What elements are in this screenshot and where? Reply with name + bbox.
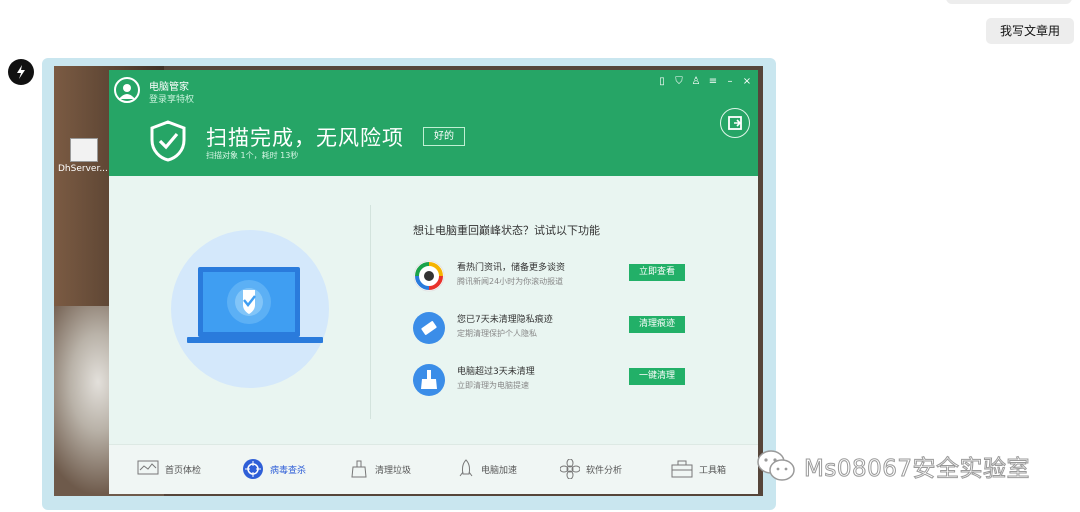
- promo-privacy-title: 您已7天未清理隐私痕迹: [457, 315, 553, 325]
- home-check-icon: [137, 460, 159, 475]
- content-divider: [370, 205, 371, 419]
- pc-manager-window: 电脑管家 登录享特权 ▯ ⛉ ♙ ≡ – × 扫描完成，无风险项 好的 扫描对象…: [109, 70, 758, 494]
- chat-message-bubble: 我写文章用: [986, 18, 1075, 44]
- scan-summary: 扫描对象 1个，耗时 13秒: [206, 151, 299, 160]
- nav-clean-label: 清理垃圾: [375, 465, 412, 476]
- promo-news-title: 看热门资讯，储备更多谈资: [457, 263, 566, 273]
- shield-check-icon: [149, 120, 187, 166]
- shield-small-icon[interactable]: ⛉: [674, 76, 684, 88]
- promo-clean-sub: 立即清理为电脑提速: [457, 381, 529, 390]
- app-header: 电脑管家 登录享特权 ▯ ⛉ ♙ ≡ – × 扫描完成，无风险项 好的 扫描对象…: [109, 70, 758, 176]
- promo-news-sub: 腾讯新闻24小时为你滚动报道: [457, 277, 564, 286]
- news-icon: [413, 260, 445, 292]
- nav-virus-scan-label: 病毒查杀: [270, 465, 307, 476]
- nav-toolbox-label: 工具箱: [699, 465, 727, 476]
- minimize-icon[interactable]: –: [725, 76, 735, 88]
- watermark: Ms08067安全实验室: [756, 446, 1030, 486]
- shirt-icon[interactable]: ♙: [691, 76, 701, 88]
- nav-home-check[interactable]: 首页体检: [137, 459, 201, 479]
- lightning-icon: [8, 59, 34, 85]
- clean-traces-button[interactable]: 清理痕迹: [629, 316, 685, 333]
- user-avatar-icon[interactable]: [114, 77, 140, 103]
- promo-privacy: 您已7天未清理隐私痕迹 定期清理保护个人隐私 清理痕迹: [413, 310, 693, 350]
- toolbox-icon: [671, 460, 693, 478]
- scan-result-title: 扫描完成，无风险项: [206, 126, 404, 150]
- promo-privacy-sub: 定期清理保护个人隐私: [457, 329, 537, 338]
- nav-clean[interactable]: 清理垃圾: [349, 459, 411, 479]
- nav-toolbox[interactable]: 工具箱: [671, 459, 726, 479]
- bottom-nav: 首页体检 病毒查杀 清理垃圾 电脑加速 软件分析 工具箱: [109, 444, 758, 494]
- nav-home-check-label: 首页体检: [165, 465, 202, 476]
- nav-virus-scan[interactable]: 病毒查杀: [242, 459, 306, 479]
- promo-clean: 电脑超过3天未清理 立即清理为电脑提速 一键清理: [413, 362, 693, 402]
- clean-icon: [351, 460, 367, 478]
- one-click-clean-button[interactable]: 一键清理: [629, 368, 685, 385]
- software-icon: [560, 459, 580, 479]
- window-controls: ▯ ⛉ ♙ ≡ – ×: [657, 76, 752, 88]
- rocket-icon: [459, 459, 473, 477]
- watermark-text: Ms08067安全实验室: [804, 456, 1031, 483]
- promo-title: 想让电脑重回巅峰状态？试试以下功能: [413, 224, 600, 237]
- close-icon[interactable]: ×: [742, 76, 752, 88]
- view-now-button[interactable]: 立即查看: [629, 264, 685, 281]
- phone-icon[interactable]: ▯: [657, 76, 667, 88]
- desktop-app-icon[interactable]: [70, 138, 98, 162]
- nav-software[interactable]: 软件分析: [560, 459, 622, 479]
- virus-scan-icon: [243, 459, 263, 479]
- promo-news: 看热门资讯，储备更多谈资 腾讯新闻24小时为你滚动报道 立即查看: [413, 258, 693, 298]
- login-link[interactable]: 登录享特权: [149, 92, 194, 105]
- nav-speedup[interactable]: 电脑加速: [457, 459, 517, 479]
- ok-button[interactable]: 好的: [423, 127, 465, 146]
- user-name: 电脑管家: [149, 82, 189, 93]
- nav-speedup-label: 电脑加速: [481, 465, 518, 476]
- menu-icon[interactable]: ≡: [708, 76, 718, 88]
- eraser-icon: [413, 312, 445, 344]
- desktop-icon-label: DhServer...: [58, 164, 108, 174]
- exit-icon[interactable]: [720, 108, 750, 138]
- promo-clean-title: 电脑超过3天未清理: [457, 367, 535, 377]
- previous-chat-bubble: [946, 0, 1072, 4]
- laptop-illustration: [171, 230, 329, 388]
- nav-software-label: 软件分析: [586, 465, 623, 476]
- broom-icon: [413, 364, 445, 396]
- wechat-icon: [757, 450, 795, 481]
